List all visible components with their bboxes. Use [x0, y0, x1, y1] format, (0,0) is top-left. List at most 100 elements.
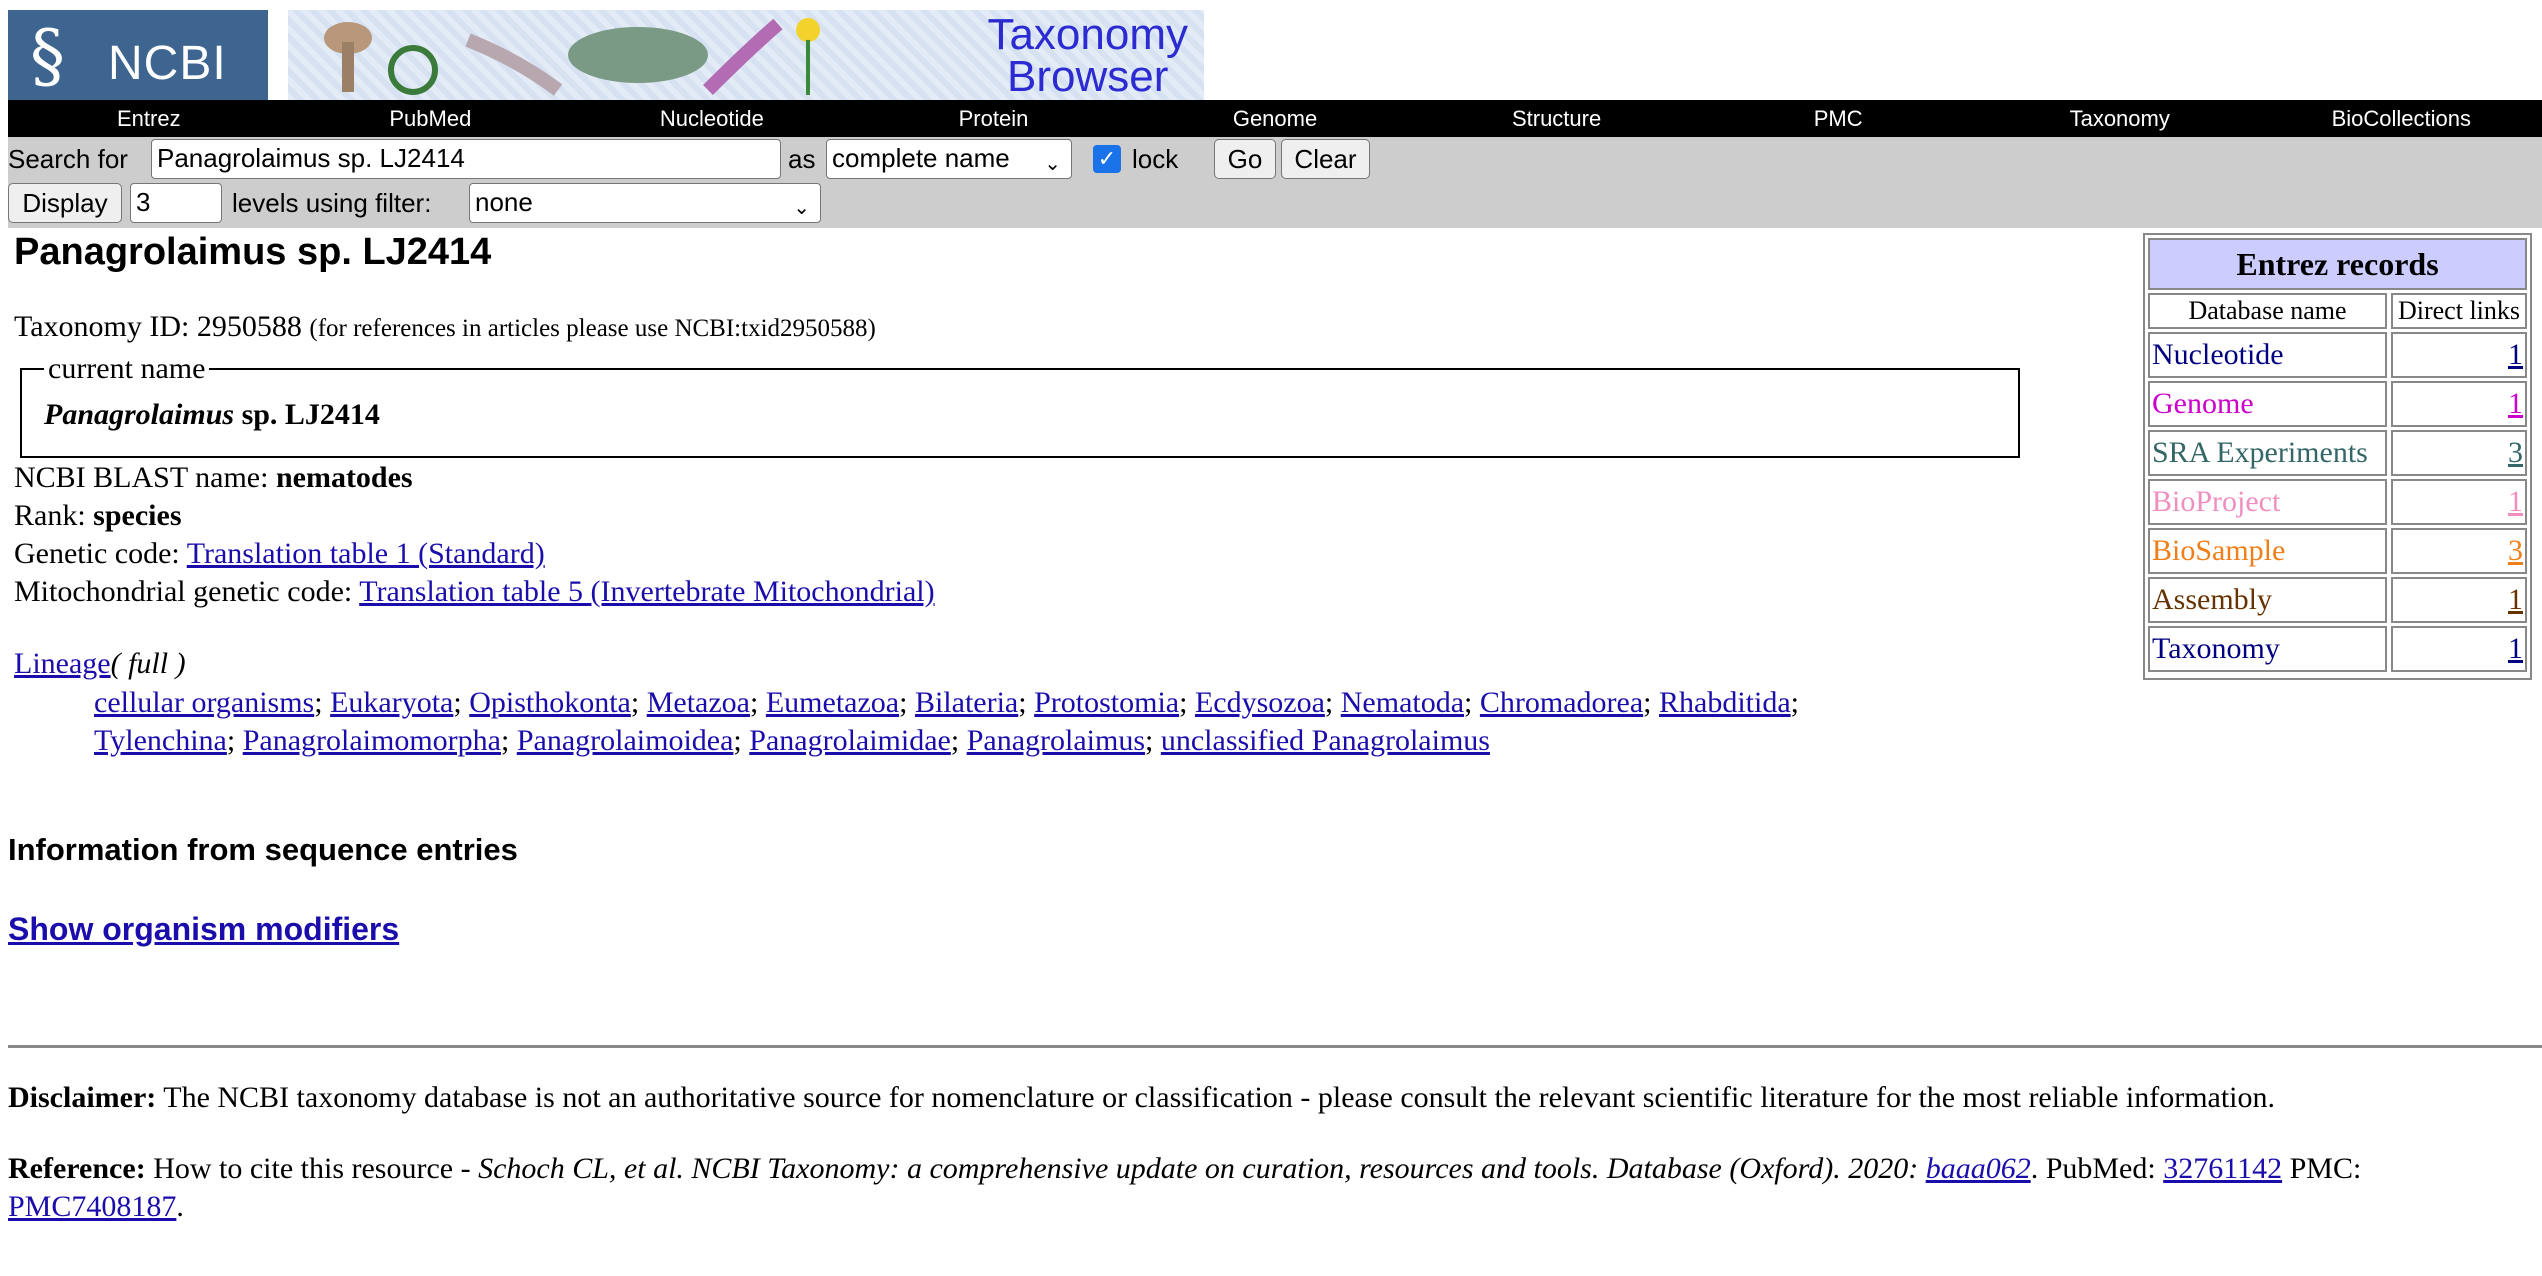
mito-genetic-code-link[interactable]: Translation table 5 (Invertebrate Mitoch…: [359, 575, 934, 608]
entrez-record-name: Genome: [2148, 381, 2387, 427]
lineage-item[interactable]: Chromadorea: [1480, 686, 1643, 719]
entrez-record-count-cell: 1: [2391, 577, 2527, 623]
nav-biocollections[interactable]: BioCollections: [2261, 106, 2542, 132]
entrez-record-count-cell: 1: [2391, 332, 2527, 378]
levels-label: levels using filter:: [232, 188, 432, 218]
current-name: Panagrolaimus sp. LJ2414: [44, 398, 380, 431]
navbar: Entrez PubMed Nucleotide Protein Genome …: [8, 100, 2542, 137]
search-form: Search for Panagrolaimus sp. LJ2414 as c…: [8, 137, 2542, 228]
lineage-item[interactable]: Panagrolaimidae: [749, 724, 951, 757]
entrez-record-count-cell: 1: [2391, 381, 2527, 427]
nav-taxonomy[interactable]: Taxonomy: [1979, 106, 2261, 132]
entrez-record-count-link[interactable]: 3: [2508, 534, 2523, 567]
current-name-legend: current name: [44, 352, 210, 386]
entrez-record-name: Assembly: [2148, 577, 2387, 623]
header-banner: § NCBI Taxonomy Browser: [8, 8, 1204, 100]
nav-protein[interactable]: Protein: [853, 106, 1135, 132]
blast-name: NCBI BLAST name: nematodes: [14, 461, 413, 494]
entrez-record-count-link[interactable]: 1: [2508, 485, 2523, 518]
entrez-record-row: Genome 1: [2148, 381, 2527, 427]
column-direct-links: Direct links: [2391, 293, 2527, 329]
lineage-full-toggle[interactable]: ( full ): [111, 647, 186, 680]
nav-entrez[interactable]: Entrez: [8, 106, 290, 132]
search-input[interactable]: Panagrolaimus sp. LJ2414: [151, 139, 781, 179]
display-button[interactable]: Display: [8, 183, 122, 223]
entrez-record-count-cell: 3: [2391, 528, 2527, 574]
reference-doi-link[interactable]: baaa062: [1926, 1152, 2031, 1185]
entrez-record-row: BioSample 3: [2148, 528, 2527, 574]
taxonomy-id: Taxonomy ID: 2950588 (for references in …: [14, 310, 876, 344]
lock-label: lock: [1132, 144, 1179, 174]
lineage-item[interactable]: Nematoda: [1341, 686, 1464, 719]
name-type-selected: complete name: [832, 143, 1010, 173]
as-label: as: [788, 144, 816, 174]
lineage-heading: Lineage( full ): [14, 646, 186, 682]
organism-illustration-icon: [324, 18, 820, 96]
reference: Reference: How to cite this resource - S…: [8, 1152, 2362, 1223]
lineage-item[interactable]: Panagrolaimoidea: [517, 724, 734, 757]
reference-pubmed-link[interactable]: 32761142: [2163, 1152, 2282, 1185]
lineage-item[interactable]: Eumetazoa: [766, 686, 899, 719]
entrez-record-name: Nucleotide: [2148, 332, 2387, 378]
entrez-record-name: BioProject: [2148, 479, 2387, 525]
filter-selected: none: [475, 187, 533, 217]
entrez-record-count-cell: 3: [2391, 430, 2527, 476]
lineage-item[interactable]: Ecdysozoa: [1195, 686, 1325, 719]
entrez-record-count-link[interactable]: 1: [2508, 632, 2523, 665]
show-organism-modifiers-link[interactable]: Show organism modifiers: [8, 911, 399, 948]
search-label: Search for: [8, 144, 128, 174]
entrez-record-count-link[interactable]: 1: [2508, 338, 2523, 371]
entrez-record-name: Taxonomy: [2148, 626, 2387, 672]
entrez-record-count-cell: 1: [2391, 479, 2527, 525]
entrez-records-table: Entrez records Database name Direct link…: [2143, 233, 2532, 680]
column-database-name: Database name: [2148, 293, 2387, 329]
lineage-item[interactable]: cellular organisms: [94, 686, 314, 719]
entrez-record-row: SRA Experiments 3: [2148, 430, 2527, 476]
lineage-item[interactable]: Rhabditida: [1659, 686, 1791, 719]
nav-nucleotide[interactable]: Nucleotide: [571, 106, 853, 132]
genetic-code-link[interactable]: Translation table 1 (Standard): [187, 537, 545, 570]
mito-genetic-code: Mitochondrial genetic code: Translation …: [14, 575, 935, 608]
filter-select[interactable]: none ⌄: [469, 183, 821, 223]
entrez-record-row: Assembly 1: [2148, 577, 2527, 623]
levels-input[interactable]: 3: [130, 183, 222, 223]
lineage-item[interactable]: Eukaryota: [330, 686, 453, 719]
ncbi-logo-text: NCBI: [108, 37, 227, 90]
entrez-record-count-link[interactable]: 1: [2508, 387, 2523, 420]
nav-pmc[interactable]: PMC: [1697, 106, 1979, 132]
ncbi-logo[interactable]: § NCBI: [8, 10, 268, 100]
entrez-record-count-link[interactable]: 1: [2508, 583, 2523, 616]
entrez-record-row: Nucleotide 1: [2148, 332, 2527, 378]
clear-button[interactable]: Clear: [1281, 139, 1370, 179]
lineage-list: cellular organisms; Eukaryota; Opisthoko…: [94, 686, 1799, 757]
lineage-link[interactable]: Lineage: [14, 647, 111, 680]
chevron-down-icon: ⌄: [1044, 153, 1061, 175]
rank: Rank: species: [14, 499, 182, 532]
entrez-record-name: BioSample: [2148, 528, 2387, 574]
reference-pmc-link[interactable]: PMC7408187: [8, 1190, 176, 1223]
lock-checkbox[interactable]: ✓: [1093, 145, 1121, 173]
lineage-item[interactable]: Protostomia: [1034, 686, 1179, 719]
entrez-column-headers: Database name Direct links: [2148, 293, 2527, 329]
lineage-item[interactable]: Tylenchina: [94, 724, 227, 757]
lineage-item[interactable]: Bilateria: [915, 686, 1018, 719]
lineage-item[interactable]: Panagrolaimomorpha: [243, 724, 501, 757]
lineage-item[interactable]: Panagrolaimus: [967, 724, 1145, 757]
lineage-item[interactable]: Opisthokonta: [469, 686, 631, 719]
name-type-select[interactable]: complete name ⌄: [826, 139, 1072, 179]
taxonomy-id-value: Taxonomy ID: 2950588: [14, 310, 302, 343]
nav-genome[interactable]: Genome: [1134, 106, 1416, 132]
entrez-records-title: Entrez records: [2148, 238, 2527, 290]
entrez-record-row: BioProject 1: [2148, 479, 2527, 525]
go-button[interactable]: Go: [1214, 139, 1276, 179]
entrez-record-count-link[interactable]: 3: [2508, 436, 2523, 469]
lineage-item[interactable]: Metazoa: [647, 686, 750, 719]
lineage-item[interactable]: unclassified Panagrolaimus: [1161, 724, 1490, 757]
entrez-record-count-cell: 1: [2391, 626, 2527, 672]
genetic-code: Genetic code: Translation table 1 (Stand…: [14, 537, 545, 570]
nav-structure[interactable]: Structure: [1416, 106, 1698, 132]
nav-pubmed[interactable]: PubMed: [290, 106, 572, 132]
chevron-down-icon: ⌄: [793, 197, 810, 219]
taxonomy-browser-banner: Taxonomy Browser: [288, 10, 1204, 100]
taxonomy-id-reference: (for references in articles please use N…: [309, 315, 876, 342]
